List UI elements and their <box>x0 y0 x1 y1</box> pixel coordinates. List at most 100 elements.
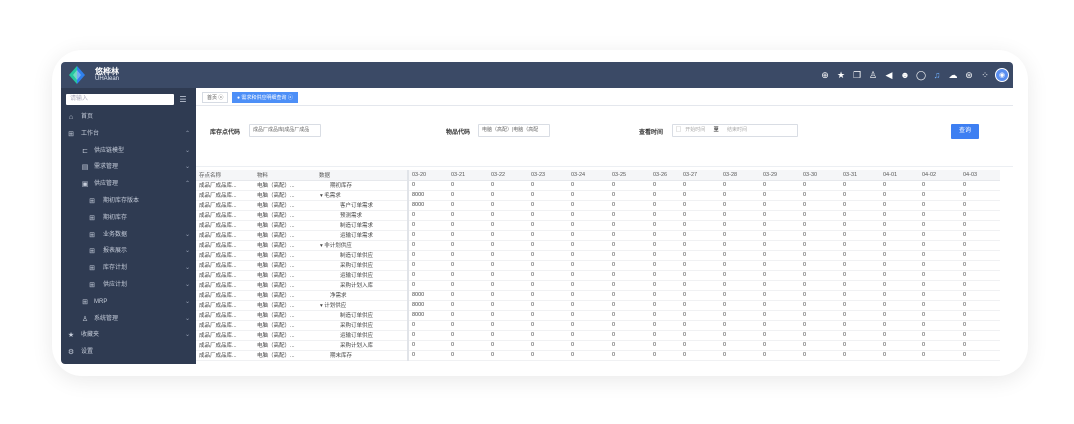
emoji-icon[interactable]: ☻ <box>899 69 911 81</box>
column-header[interactable]: 物料 <box>254 170 316 181</box>
column-header[interactable]: 03-29 <box>760 170 800 181</box>
table-row[interactable]: 成品厂成品库... 电脑（高配）... 运输订单供应 0 0 0 0 0 0 0 0 0 0 0 0 0 0 0 <box>196 330 1000 341</box>
table-row[interactable]: 成品厂成品库... 电脑（高配）... 采购计划入库 0 0 0 0 0 0 0 0 0 0 0 0 0 0 0 <box>196 280 1000 291</box>
sidebar-item-favorites[interactable]: ★ 收藏夹 ⌄ <box>61 327 196 344</box>
sidebar-item-supply-plan[interactable]: ⊞ 供应计划 ⌄ <box>61 277 196 294</box>
grid-icon[interactable]: ⁘ <box>979 69 991 81</box>
sidebar-item-system-management[interactable]: ♙ 系统管理 ⌄ <box>61 311 196 328</box>
value-cell: 0 <box>840 220 880 231</box>
sidebar-item-label: 供应计划 <box>103 282 128 288</box>
value-cell: 0 <box>528 210 568 221</box>
column-header[interactable]: 04-03 <box>960 170 1000 181</box>
sidebar-search-input[interactable]: 请输入 <box>66 94 174 105</box>
column-header[interactable]: 03-27 <box>680 170 720 181</box>
table-row[interactable]: 成品厂成品库... 电脑（高配）... 采购订单供应 0 0 0 0 0 0 0 0 0 0 0 0 0 0 0 <box>196 260 1000 271</box>
value-cell: 0 <box>650 340 680 351</box>
value-cell: 0 <box>760 250 800 261</box>
table-row[interactable]: 成品厂成品库... 电脑（高配）... 期末库存 0 0 0 0 0 0 0 0 0 0 0 0 0 0 0 <box>196 350 1000 361</box>
sidebar-item-home[interactable]: ⌂ 首页 <box>61 109 196 126</box>
column-header[interactable]: 存点名称 <box>196 170 254 181</box>
column-header[interactable]: 04-01 <box>880 170 919 181</box>
plus-icon[interactable]: ⊕ <box>819 69 831 81</box>
grid-icon: ⊞ <box>89 198 95 205</box>
table-row[interactable]: 成品厂成品库... 电脑（高配）... 客户订单需求 8000 0 0 0 0 0 0 0 0 0 0 0 0… <box>196 200 1000 211</box>
chat-icon[interactable]: ◯ <box>915 69 927 81</box>
table-row[interactable]: 成品厂成品库... 电脑（高配）... 期初库存 0 0 0 0 0 0 0 0 0 0 0 0 0 0 0 <box>196 180 1000 191</box>
sidebar-item-workbench[interactable]: ⊞ 工作台 ⌃ <box>61 126 196 143</box>
sidebar-item-demand-management[interactable]: ▤ 需求管理 ⌄ <box>61 159 196 176</box>
table-row[interactable]: 成品厂成品库... 电脑（高配）... ▾ 非计划供应 0 0 0 0 0 0 0 0 0 0 0 0 0 0 0 <box>196 240 1000 251</box>
value-cell: 0 <box>840 200 880 211</box>
value-cell: 0 <box>960 350 1000 361</box>
column-header[interactable]: 04-02 <box>919 170 960 181</box>
cloud-icon[interactable]: ☁ <box>947 69 959 81</box>
table-row[interactable]: 成品厂成品库... 电脑（高配）... ▾ 计划供应 8000 0 0 0 0 0 0 0 0 0 0 0 0… <box>196 300 1000 311</box>
sidebar-item-opening-stock-version[interactable]: ⊞ 期初库存版本 <box>61 193 196 210</box>
column-header[interactable]: 03-28 <box>720 170 760 181</box>
column-header[interactable]: 03-31 <box>840 170 880 181</box>
sidebar-item-supply-management[interactable]: ▣ 供应管理 ⌃ <box>61 176 196 193</box>
sidebar-item-settings[interactable]: ⚙ 设置 <box>61 344 196 361</box>
volume-icon[interactable]: ◀ <box>883 69 895 81</box>
column-header[interactable]: 03-20 <box>408 170 448 181</box>
table-row[interactable]: 成品厂成品库... 电脑（高配）... 运输订单供应 0 0 0 0 0 0 0 0 0 0 0 0 0 0 0 <box>196 270 1000 281</box>
data-type-label: 制造订单供应 <box>340 313 374 319</box>
copy-icon[interactable]: ❐ <box>851 69 863 81</box>
sidebar-item-opening-stock[interactable]: ⊞ 期初库存 <box>61 210 196 227</box>
column-header[interactable]: 03-22 <box>488 170 528 181</box>
chevron-down-icon: ⌄ <box>184 248 190 255</box>
table-row[interactable]: 成品厂成品库... 电脑（高配）... 制造订单供应 8000 0 0 0 0 0 0 0 0 0 0 0 0… <box>196 310 1000 321</box>
sidebar-item-supply-chain-model[interactable]: ⊏ 供应链模型 ⌄ <box>61 143 196 160</box>
column-header[interactable]: 03-30 <box>800 170 840 181</box>
column-header[interactable]: 03-26 <box>650 170 680 181</box>
value-cell: 0 <box>960 280 1000 291</box>
stock-point-select[interactable]: 成品厂成品库|成品厂成品 <box>249 124 321 137</box>
avatar[interactable]: ◉ <box>995 68 1009 82</box>
table-row[interactable]: 成品厂成品库... 电脑（高配）... 采购计划入库 0 0 0 0 0 0 0 0 0 0 0 0 0 0 0 <box>196 340 1000 351</box>
item-code-select[interactable]: 电脑（高配）|电脑（高配 <box>478 124 550 137</box>
value-cell: 0 <box>650 240 680 251</box>
value-cell: 0 <box>720 290 760 301</box>
date-range-picker[interactable]: ▢ 开始时间 至 结束时间 <box>672 124 798 137</box>
value-cell: 0 <box>568 180 609 191</box>
sidebar-item-business-data[interactable]: ⊞ 业务数据 ⌄ <box>61 227 196 244</box>
collapse-menu-icon[interactable]: ☰ <box>178 94 188 105</box>
bell-icon[interactable]: ♫ <box>931 69 943 81</box>
stock-point-cell: 成品厂成品库... <box>196 220 254 231</box>
globe-icon[interactable]: ⊛ <box>963 69 975 81</box>
user-icon[interactable]: ♙ <box>867 69 879 81</box>
tab-home[interactable]: 首页 ⓧ <box>202 92 229 103</box>
value-cell: 0 <box>408 230 448 241</box>
value-cell: 0 <box>488 250 528 261</box>
star-icon[interactable]: ★ <box>835 69 847 81</box>
column-header[interactable]: 03-25 <box>609 170 650 181</box>
value-cell: 0 <box>680 350 720 361</box>
table-row[interactable]: 成品厂成品库... 电脑（高配）... 净需求 8000 0 0 0 0 0 0 0 0 0 0 0 0 0 0 <box>196 290 1000 301</box>
value-cell: 0 <box>800 220 840 231</box>
sidebar-item-report-display[interactable]: ⊞ 报表展示 ⌄ <box>61 243 196 260</box>
table-row[interactable]: 成品厂成品库... 电脑（高配）... ▾ 毛需求 8000 0 0 0 0 0 0 0 0 0 0 0 0 0… <box>196 190 1000 201</box>
table-row[interactable]: 成品厂成品库... 电脑（高配）... 制造订单需求 0 0 0 0 0 0 0 0 0 0 0 0 0 0 0 <box>196 220 1000 231</box>
table-row[interactable]: 成品厂成品库... 电脑（高配）... 采购订单供应 0 0 0 0 0 0 0 0 0 0 0 0 0 0 0 <box>196 320 1000 331</box>
value-cell: 0 <box>568 250 609 261</box>
value-cell: 0 <box>568 260 609 271</box>
end-date-field[interactable]: 结束时间 <box>727 127 747 133</box>
view-time-label: 查看时间 <box>639 130 664 136</box>
sidebar-item-mrp[interactable]: ⊞ MRP ⌄ <box>61 294 196 311</box>
stock-point-cell: 成品厂成品库... <box>196 240 254 251</box>
column-header[interactable]: 03-23 <box>528 170 568 181</box>
query-button[interactable]: 查询 <box>951 124 979 139</box>
sidebar-item-inventory-plan[interactable]: ⊞ 库存计划 ⌄ <box>61 260 196 277</box>
table-row[interactable]: 成品厂成品库... 电脑（高配）... 预测需求 0 0 0 0 0 0 0 0 0 0 0 0 0 0 0 <box>196 210 1000 221</box>
column-header[interactable]: 数据 <box>316 170 409 181</box>
table-row[interactable]: 成品厂成品库... 电脑（高配）... 运输订单需求 0 0 0 0 0 0 0 0 0 0 0 0 0 0 0 <box>196 230 1000 241</box>
column-header[interactable]: 03-24 <box>568 170 609 181</box>
tab-demand-supply-query[interactable]: ● 需求和供应明细查询 ⓧ <box>232 92 298 103</box>
stock-point-cell: 成品厂成品库... <box>196 260 254 271</box>
start-date-field[interactable]: 开始时间 <box>685 127 705 133</box>
value-cell: 0 <box>448 230 488 241</box>
table-row[interactable]: 成品厂成品库... 电脑（高配）... 制造订单供应 0 0 0 0 0 0 0 0 0 0 0 0 0 0 0 <box>196 250 1000 261</box>
value-cell: 0 <box>760 300 800 311</box>
value-cell: 0 <box>919 260 960 271</box>
column-header[interactable]: 03-21 <box>448 170 488 181</box>
